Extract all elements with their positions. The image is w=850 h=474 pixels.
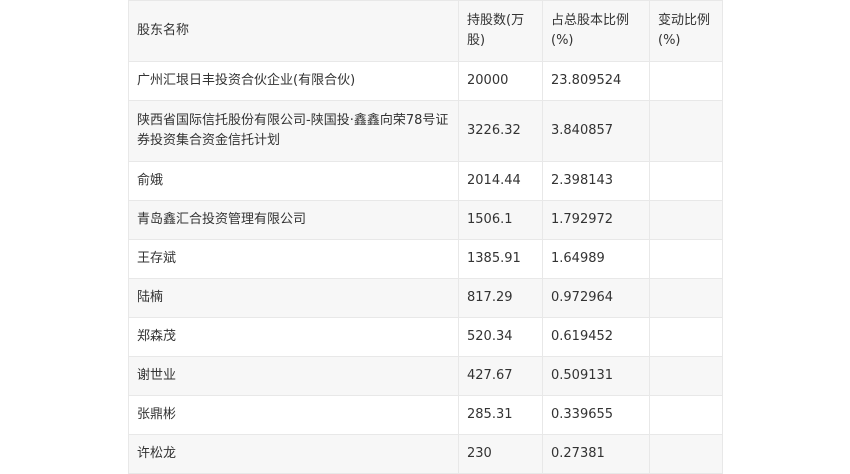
table-row: 许松龙 230 0.27381 [128,434,723,474]
cell-shares: 3226.32 [458,100,543,162]
table-row: 谢世业 427.67 0.509131 [128,356,723,396]
cell-change [649,434,723,474]
header-shareholder-name: 股东名称 [128,0,459,62]
cell-change [649,395,723,435]
table-row: 陕西省国际信托股份有限公司-陕国投·鑫鑫向荣78号证券投资集合资金信托计划 32… [128,100,723,162]
cell-name: 青岛鑫汇合投资管理有限公司 [128,200,459,240]
cell-change [649,61,723,101]
cell-name: 陆楠 [128,278,459,318]
shareholder-table: 股东名称 持股数(万股) 占总股本比例(%) 变动比例(%) 广州汇垠日丰投资合… [128,0,723,474]
cell-shares: 285.31 [458,395,543,435]
cell-name: 陕西省国际信托股份有限公司-陕国投·鑫鑫向荣78号证券投资集合资金信托计划 [128,100,459,162]
table-row: 张鼎彬 285.31 0.339655 [128,395,723,435]
table-row: 俞娥 2014.44 2.398143 [128,161,723,201]
cell-name: 俞娥 [128,161,459,201]
cell-change [649,200,723,240]
cell-ratio: 0.27381 [542,434,650,474]
table-row: 郑森茂 520.34 0.619452 [128,317,723,357]
cell-ratio: 3.840857 [542,100,650,162]
cell-change [649,100,723,162]
cell-shares: 427.67 [458,356,543,396]
cell-shares: 2014.44 [458,161,543,201]
cell-ratio: 2.398143 [542,161,650,201]
cell-shares: 1506.1 [458,200,543,240]
header-ratio: 占总股本比例(%) [542,0,650,62]
cell-change [649,239,723,279]
cell-name: 郑森茂 [128,317,459,357]
cell-ratio: 0.972964 [542,278,650,318]
cell-shares: 230 [458,434,543,474]
cell-ratio: 0.509131 [542,356,650,396]
cell-name: 张鼎彬 [128,395,459,435]
table-row: 王存斌 1385.91 1.64989 [128,239,723,279]
cell-name: 广州汇垠日丰投资合伙企业(有限合伙) [128,61,459,101]
cell-name: 许松龙 [128,434,459,474]
table-header-row: 股东名称 持股数(万股) 占总股本比例(%) 变动比例(%) [128,0,723,62]
cell-change [649,317,723,357]
cell-ratio: 23.809524 [542,61,650,101]
table-row: 青岛鑫汇合投资管理有限公司 1506.1 1.792972 [128,200,723,240]
cell-ratio: 1.64989 [542,239,650,279]
header-change: 变动比例(%) [649,0,723,62]
shareholder-table-container: 股东名称 持股数(万股) 占总股本比例(%) 变动比例(%) 广州汇垠日丰投资合… [128,0,723,474]
cell-change [649,161,723,201]
cell-shares: 817.29 [458,278,543,318]
cell-name: 王存斌 [128,239,459,279]
cell-shares: 20000 [458,61,543,101]
cell-shares: 520.34 [458,317,543,357]
cell-ratio: 0.619452 [542,317,650,357]
cell-shares: 1385.91 [458,239,543,279]
header-shares: 持股数(万股) [458,0,543,62]
cell-change [649,356,723,396]
cell-name: 谢世业 [128,356,459,396]
cell-ratio: 0.339655 [542,395,650,435]
table-row: 广州汇垠日丰投资合伙企业(有限合伙) 20000 23.809524 [128,61,723,101]
cell-ratio: 1.792972 [542,200,650,240]
cell-change [649,278,723,318]
table-row: 陆楠 817.29 0.972964 [128,278,723,318]
